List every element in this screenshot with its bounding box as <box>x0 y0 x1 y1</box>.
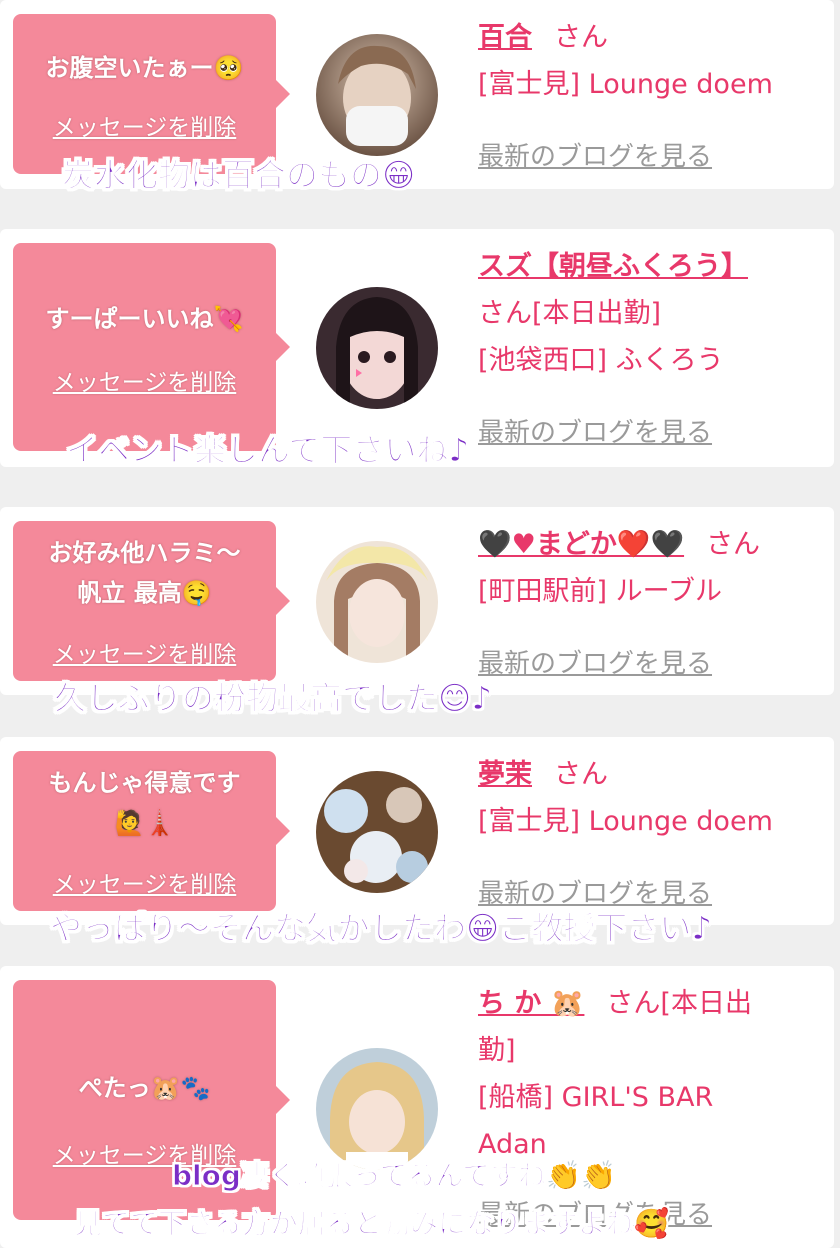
honorific: さん <box>554 22 608 53</box>
entry-info: ち か 🐹 さん[本日出 勤] [船橋] GIRL'S BAR Adan <box>478 980 818 1168</box>
entry-info: 百合 さん [富士見] Lounge doem <box>478 14 818 108</box>
message-text-line1: もんじゃ得意です <box>48 769 241 797</box>
shop-info: [富士見] Lounge doem <box>478 69 773 100</box>
message-text: ぺたっ🐹🐾 <box>78 1074 211 1102</box>
delete-message-link[interactable]: メッセージを削除 <box>13 108 276 142</box>
overlay-caption: blog凄く頑張ってるんですね👏👏 <box>172 1159 617 1193</box>
message-card: ぺたっ🐹🐾 メッセージを削除 ち か 🐹 さん[本日出 勤] [船橋] GIRL'… <box>0 966 834 1248</box>
delete-message-link[interactable]: メッセージを削除 <box>13 865 276 899</box>
girl-name-link[interactable]: 百合 <box>478 22 532 53</box>
message-text: お腹空いたぁー🥺 <box>45 54 244 82</box>
girl-name-link[interactable]: 🖤♥まどか❤️🖤 <box>478 529 684 560</box>
overlay-caption: やっぱり〜そんな気がしたわ😁ご教授下さい♪ <box>50 909 713 948</box>
avatar[interactable] <box>316 287 438 409</box>
girl-name-link[interactable]: ち か 🐹 <box>478 988 584 1019</box>
avatar[interactable] <box>316 771 438 893</box>
shop-info: [富士見] Lounge doem <box>478 806 773 837</box>
message-card: お腹空いたぁー🥺 メッセージを削除 百合 さん [富士見] Lounge doem… <box>0 0 834 195</box>
message-text: すーぱーいいね💘 <box>45 305 244 333</box>
shop-info: [船橋] GIRL'S BAR <box>478 1082 714 1113</box>
honorific: さん <box>554 759 608 790</box>
avatar[interactable] <box>316 1048 438 1170</box>
overlay-caption: イベント楽しんで下さいね♪ <box>66 431 470 470</box>
avatar[interactable] <box>316 541 438 663</box>
honorific: さん <box>706 529 761 560</box>
entry-info: 🖤♥まどか❤️🖤 さん [町田駅前] ルーブル <box>478 521 818 615</box>
message-text-line2: 帆立 最高🤤 <box>77 579 212 607</box>
latest-blog-link[interactable]: 最新のブログを見る <box>478 412 712 449</box>
girl-name-link[interactable]: 夢茉 <box>478 759 532 790</box>
overlay-caption: 炭水化物は百合のもの😁 <box>61 156 416 195</box>
message-text-line1: お好み他ハラミ〜 <box>48 539 241 567</box>
avatar[interactable] <box>316 34 438 156</box>
message-bubble: もんじゃ得意です 🙋🗼 メッセージを削除 <box>13 751 290 911</box>
message-card: もんじゃ得意です 🙋🗼 メッセージを削除 夢茉 さん [富士見] Lounge d… <box>0 737 834 948</box>
honorific-status-cont: 勤] <box>478 1035 516 1066</box>
honorific-status: さん[本日出勤] <box>478 298 662 329</box>
message-text-line2: 🙋🗼 <box>114 809 175 837</box>
honorific-status: さん[本日出 <box>606 988 752 1019</box>
overlay-caption-2: 見てて下さる方が居ると励みになりますよね🥰 <box>74 1207 670 1241</box>
girl-name-link[interactable]: スズ【朝昼ふくろう】 <box>478 251 748 282</box>
delete-message-link[interactable]: メッセージを削除 <box>13 363 276 397</box>
shop-info: [町田駅前] ルーブル <box>478 576 723 607</box>
message-bubble: お好み他ハラミ〜 帆立 最高🤤 メッセージを削除 <box>13 521 290 681</box>
latest-blog-link[interactable]: 最新のブログを見る <box>478 136 712 173</box>
entry-info: 夢茉 さん [富士見] Lounge doem <box>478 751 818 845</box>
overlay-caption: 久しぶりの粉物最高でした😊♪ <box>54 679 493 718</box>
shop-info: [池袋西口] ふくろう <box>478 345 724 376</box>
latest-blog-link[interactable]: 最新のブログを見る <box>478 643 712 680</box>
message-card: すーぱーいいね💘 メッセージを削除 スズ【朝昼ふくろう】 さん[本日出勤] [池… <box>0 229 834 470</box>
message-bubble: すーぱーいいね💘 メッセージを削除 <box>13 243 290 451</box>
delete-message-link[interactable]: メッセージを削除 <box>13 635 276 669</box>
entry-info: スズ【朝昼ふくろう】 さん[本日出勤] [池袋西口] ふくろう <box>478 243 818 384</box>
message-card: お好み他ハラミ〜 帆立 最高🤤 メッセージを削除 🖤♥まどか❤️🖤 さん [町田駅… <box>0 507 834 718</box>
